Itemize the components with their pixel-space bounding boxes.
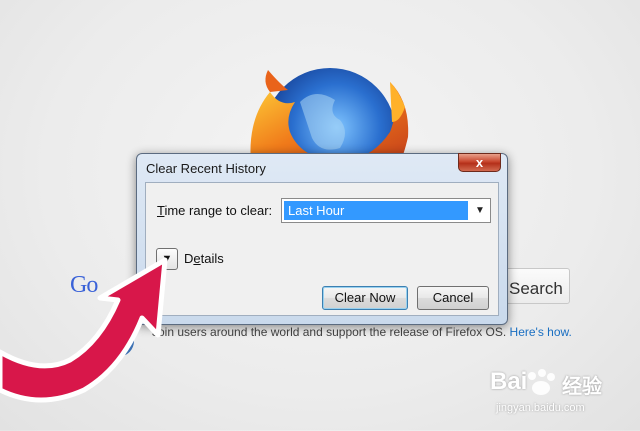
cancel-button[interactable]: Cancel [417, 286, 489, 310]
paw-icon [528, 369, 555, 395]
watermark-url: jingyan.baidu.com [496, 402, 585, 414]
watermark-brand-tail: 经验 [562, 376, 602, 398]
dialog-title: Clear Recent History [146, 161, 266, 176]
time-range-select[interactable]: Last Hour ▼ [281, 198, 491, 223]
close-button[interactable]: x [458, 153, 501, 172]
time-range-label-text: ime range to clear: [164, 203, 273, 218]
promo-link[interactable]: Here's how. [510, 325, 572, 339]
promo-text: Join users around the world and support … [152, 324, 592, 341]
promo-message: Join users around the world and support … [152, 325, 507, 339]
close-icon: x [475, 155, 484, 170]
time-range-label: Time range to clear: [157, 203, 272, 218]
red-pointer-arrow-icon [0, 240, 200, 410]
watermark-brand: Bai [490, 368, 528, 395]
chevron-down-icon[interactable]: ▼ [473, 204, 487, 218]
baidu-watermark: Bai 经验 jingyan.baidu.com [488, 364, 638, 426]
details-label-end: tails [200, 251, 224, 266]
time-range-value: Last Hour [283, 200, 469, 221]
clear-now-button[interactable]: Clear Now [322, 286, 408, 310]
